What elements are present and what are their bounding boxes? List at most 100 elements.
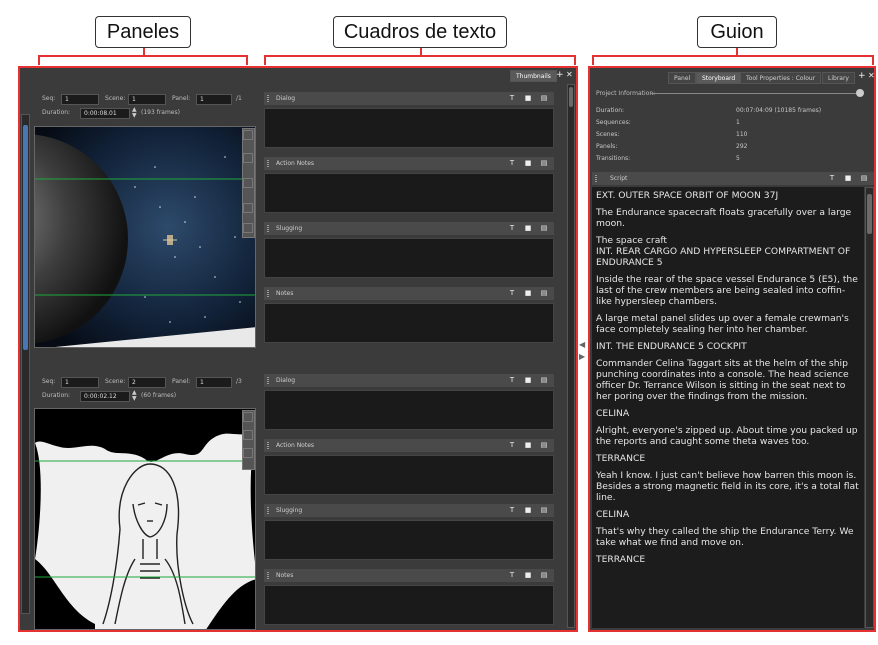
slugging-textbox[interactable] bbox=[264, 520, 554, 560]
add-view-icon[interactable]: + bbox=[858, 71, 866, 81]
space-scene-image bbox=[35, 127, 255, 347]
tab-library[interactable]: Library bbox=[822, 72, 855, 84]
grip-icon[interactable] bbox=[267, 442, 269, 449]
camera-icon[interactable]: ■ bbox=[524, 506, 532, 514]
expand-right-icon[interactable]: ▶ bbox=[579, 352, 585, 361]
layer-toggle-icon[interactable] bbox=[243, 448, 253, 458]
scene-field[interactable]: 2 bbox=[128, 377, 166, 388]
panel-total: /3 bbox=[236, 378, 242, 385]
script-line: Yeah I know. I just can't believe how ba… bbox=[596, 470, 859, 503]
menu-icon[interactable]: ▤ bbox=[540, 159, 548, 167]
panel-thumbnail-1[interactable] bbox=[34, 126, 256, 348]
duration-field[interactable]: 0:00:02.12 bbox=[80, 391, 130, 402]
grip-icon[interactable] bbox=[267, 225, 269, 232]
layer-toggle-icon[interactable] bbox=[243, 153, 253, 163]
script-scrollbar[interactable] bbox=[865, 187, 874, 628]
text-format-icon[interactable]: T bbox=[508, 376, 516, 384]
menu-icon[interactable]: ▤ bbox=[540, 441, 548, 449]
menu-icon[interactable]: ▤ bbox=[540, 289, 548, 297]
text-format-icon[interactable]: T bbox=[508, 506, 516, 514]
camera-icon[interactable]: ■ bbox=[524, 94, 532, 102]
close-view-icon[interactable]: ✕ bbox=[566, 70, 573, 79]
camera-icon[interactable]: ■ bbox=[524, 224, 532, 232]
dialog-textbox[interactable] bbox=[264, 108, 554, 148]
camera-icon[interactable]: ■ bbox=[844, 174, 852, 182]
layer-toggle-icon[interactable] bbox=[243, 203, 253, 213]
collapse-left-icon[interactable]: ◀ bbox=[579, 340, 585, 349]
text-format-icon[interactable]: T bbox=[508, 441, 516, 449]
menu-icon[interactable]: ▤ bbox=[540, 224, 548, 232]
textboxes-scrollbar[interactable] bbox=[567, 84, 575, 628]
script-line: The space craft bbox=[596, 235, 668, 246]
textboxes-scrollbar-thumb[interactable] bbox=[569, 87, 573, 107]
layer-toggle-icon[interactable] bbox=[243, 430, 253, 440]
frames-label: (193 frames) bbox=[141, 109, 180, 116]
text-format-icon[interactable]: T bbox=[508, 94, 516, 102]
menu-icon[interactable]: ▤ bbox=[540, 506, 548, 514]
camera-icon[interactable]: ■ bbox=[524, 159, 532, 167]
camera-icon[interactable]: ■ bbox=[524, 571, 532, 579]
camera-icon[interactable]: ■ bbox=[524, 441, 532, 449]
seq-field[interactable]: 1 bbox=[61, 377, 99, 388]
panel-field[interactable]: 1 bbox=[196, 377, 232, 388]
grip-icon[interactable] bbox=[267, 95, 269, 102]
action-notes-textbox[interactable] bbox=[264, 455, 554, 495]
script-line: Inside the rear of the space vessel Endu… bbox=[596, 274, 858, 307]
grip-icon[interactable] bbox=[267, 160, 269, 167]
tab-tool-properties[interactable]: Tool Properties : Colour bbox=[740, 72, 822, 84]
panel-thumbnail-2[interactable] bbox=[34, 408, 256, 630]
menu-icon[interactable]: ▤ bbox=[540, 376, 548, 384]
action-notes-textbox[interactable] bbox=[264, 173, 554, 213]
script-header: Script T ■ ▤ bbox=[592, 172, 874, 185]
grip-icon[interactable] bbox=[267, 572, 269, 579]
info-value: 292 bbox=[736, 143, 748, 150]
duration-stepper-icon[interactable]: ▲ ▼ bbox=[132, 390, 137, 402]
camera-icon[interactable]: ■ bbox=[524, 289, 532, 297]
notes-textbox[interactable] bbox=[264, 585, 554, 625]
text-format-icon[interactable]: T bbox=[508, 571, 516, 579]
grip-icon[interactable] bbox=[267, 507, 269, 514]
script-textarea[interactable]: EXT. OUTER SPACE ORBIT OF MOON 37J The E… bbox=[592, 187, 864, 628]
menu-icon[interactable]: ▤ bbox=[860, 174, 868, 182]
duration-stepper-icon[interactable]: ▲ ▼ bbox=[132, 107, 137, 119]
collapse-info-icon[interactable] bbox=[856, 89, 864, 97]
grip-icon[interactable] bbox=[267, 377, 269, 384]
layer-toggle-icon[interactable] bbox=[243, 223, 253, 233]
menu-icon[interactable]: ▤ bbox=[540, 94, 548, 102]
panel-label: Panel: bbox=[172, 378, 191, 385]
info-value: 1 bbox=[736, 119, 740, 126]
notes-textbox[interactable] bbox=[264, 303, 554, 343]
panels-scrollbar-thumb[interactable] bbox=[23, 125, 28, 350]
grip-icon[interactable] bbox=[267, 290, 269, 297]
duration-field[interactable]: 0:00:08.01 bbox=[80, 108, 130, 119]
script-line: TERRANCE bbox=[596, 554, 646, 565]
section-label: Slugging bbox=[276, 507, 303, 514]
text-format-icon[interactable]: T bbox=[828, 174, 836, 182]
panels-scrollbar[interactable] bbox=[21, 114, 30, 614]
layer-toggle-icon[interactable] bbox=[243, 178, 253, 188]
text-format-icon[interactable]: T bbox=[508, 159, 516, 167]
menu-icon[interactable]: ▤ bbox=[540, 571, 548, 579]
add-view-icon[interactable]: + bbox=[556, 70, 564, 80]
panel-field[interactable]: 1 bbox=[196, 94, 232, 105]
script-line: CELINA bbox=[596, 408, 630, 419]
tab-thumbnails[interactable]: Thumbnails bbox=[510, 70, 557, 82]
duration-label: Duration: bbox=[42, 109, 71, 116]
scene-field[interactable]: 1 bbox=[128, 94, 166, 105]
text-format-icon[interactable]: T bbox=[508, 289, 516, 297]
close-view-icon[interactable]: ✕ bbox=[868, 71, 875, 80]
tab-panel[interactable]: Panel bbox=[668, 72, 697, 84]
info-label: Panels: bbox=[596, 143, 618, 150]
text-format-icon[interactable]: T bbox=[508, 224, 516, 232]
slugging-textbox[interactable] bbox=[264, 238, 554, 278]
slugging-header: Slugging T ■ ▤ bbox=[264, 222, 554, 235]
grip-icon[interactable] bbox=[595, 175, 597, 182]
layer-toggle-icon[interactable] bbox=[243, 130, 253, 140]
seq-field[interactable]: 1 bbox=[61, 94, 99, 105]
tab-storyboard[interactable]: Storyboard bbox=[696, 72, 742, 84]
layer-toggle-icon[interactable] bbox=[243, 412, 253, 422]
dialog-textbox[interactable] bbox=[264, 390, 554, 430]
camera-icon[interactable]: ■ bbox=[524, 376, 532, 384]
script-scrollbar-thumb[interactable] bbox=[867, 194, 872, 234]
frames-label: (60 frames) bbox=[141, 392, 177, 399]
